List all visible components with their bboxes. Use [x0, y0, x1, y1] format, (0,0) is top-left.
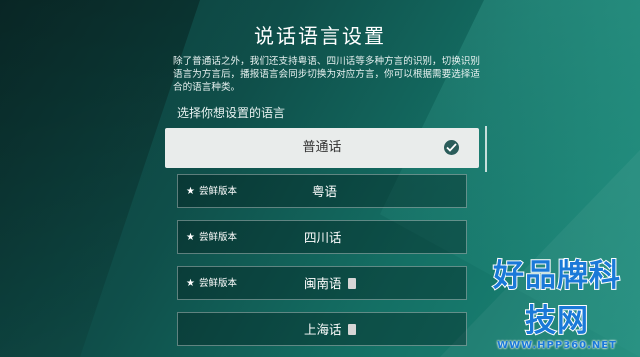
language-option-cantonese[interactable]: ★ 尝鲜版本 粤语 [177, 174, 467, 208]
language-option-sichuanese[interactable]: ★ 尝鲜版本 四川话 [177, 220, 467, 254]
language-name: 普通话 [302, 140, 342, 155]
language-name-wrap: 闽南语 [304, 267, 356, 301]
select-prompt: 选择你想设置的语言 [177, 106, 286, 120]
device-tag-icon [347, 278, 356, 289]
star-icon: ★ [186, 278, 195, 289]
background-facet [0, 0, 200, 357]
language-name: 粤语 [312, 184, 338, 199]
watermark-text: 好品牌科技网 [492, 257, 621, 340]
watermark-url: WWW.HPP360.NET [497, 340, 617, 351]
language-name-wrap: 上海话 [304, 313, 356, 347]
description-text: 除了普通话之外，我们还支持粤语、四川话等多种方言的识别，切换识别语言为方言后，播… [173, 56, 480, 93]
language-option-mandarin[interactable]: 普通话 [165, 128, 479, 168]
device-tag-icon [347, 324, 356, 335]
page-title: 说话语言设置 [254, 24, 386, 48]
star-icon: ★ [186, 186, 195, 197]
check-icon [444, 140, 459, 155]
watermark-logo: 好品牌科技网 WWW.HPP360.NET [482, 250, 632, 351]
scrollbar[interactable] [485, 126, 487, 172]
beta-badge: ★ 尝鲜版本 [186, 278, 237, 289]
beta-badge: ★ 尝鲜版本 [186, 186, 237, 197]
language-name: 四川话 [304, 230, 342, 245]
beta-badge: ★ 尝鲜版本 [186, 232, 237, 243]
language-option-shanghainese[interactable]: 上海话 [177, 312, 467, 346]
language-option-minnan[interactable]: ★ 尝鲜版本 闽南语 [177, 266, 467, 300]
star-icon: ★ [186, 232, 195, 243]
